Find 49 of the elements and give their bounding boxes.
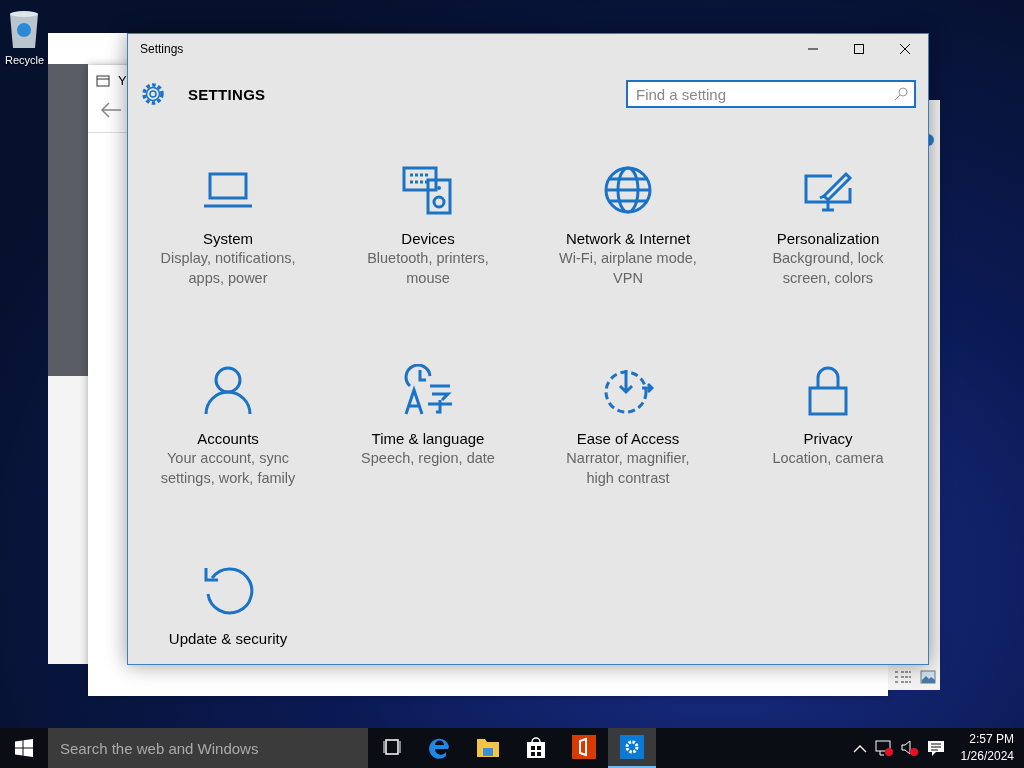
taskbar-search-field[interactable]: Search the web and Windows bbox=[48, 728, 368, 768]
gear-icon bbox=[620, 735, 644, 759]
shopping-bag-icon bbox=[525, 735, 547, 759]
office-icon bbox=[572, 735, 596, 759]
window-icon bbox=[96, 74, 110, 87]
category-title[interactable]: Network & Internet bbox=[565, 230, 691, 247]
category-description: Your account, sync settings, work, family bbox=[160, 449, 296, 488]
maximize-icon bbox=[853, 43, 865, 55]
category-title[interactable]: Time & language bbox=[371, 430, 485, 447]
task-view-icon bbox=[382, 738, 402, 756]
category-title[interactable]: Ease of Access bbox=[576, 430, 680, 447]
category-description: Wi-Fi, airplane mode, VPN bbox=[559, 249, 697, 288]
category-title[interactable]: Devices bbox=[401, 230, 455, 247]
category-description: Speech, region, date bbox=[361, 449, 495, 468]
keyboard-speaker-icon bbox=[402, 164, 454, 216]
chevron-up-icon[interactable] bbox=[852, 743, 867, 753]
thumbnail-view-icon[interactable] bbox=[920, 670, 936, 684]
category-title[interactable]: Personalization bbox=[776, 230, 880, 247]
person-icon bbox=[202, 364, 254, 416]
network-error-icon[interactable] bbox=[874, 740, 893, 756]
globe-icon bbox=[602, 164, 654, 216]
refresh-icon bbox=[202, 564, 254, 616]
folder-icon bbox=[476, 736, 500, 758]
category-description: Location, camera bbox=[772, 449, 884, 468]
category-description: Bluetooth, printers, mouse bbox=[367, 249, 489, 288]
speaker-muted-icon[interactable] bbox=[900, 740, 919, 756]
category-title[interactable]: System bbox=[203, 230, 253, 247]
category-title[interactable]: Update & security bbox=[168, 630, 288, 647]
clock-time[interactable]: 2:57 PM bbox=[969, 731, 1014, 748]
clock-date[interactable]: 1/26/2024 bbox=[960, 748, 1014, 765]
taskbar-app-button[interactable] bbox=[608, 728, 656, 768]
category-description: Narrator, magnifier, high contrast bbox=[566, 449, 690, 488]
window-title: Settings bbox=[140, 42, 185, 56]
back-arrow-icon[interactable] bbox=[100, 102, 122, 118]
search-field[interactable]: Find a setting bbox=[626, 80, 916, 108]
gear-icon bbox=[140, 81, 166, 107]
clock-language-icon bbox=[402, 364, 454, 416]
category-title[interactable]: Accounts bbox=[197, 430, 259, 447]
category-title[interactable]: Privacy bbox=[803, 430, 853, 447]
notification-icon[interactable] bbox=[926, 739, 945, 757]
close-icon bbox=[899, 43, 911, 55]
details-view-icon[interactable] bbox=[894, 670, 912, 684]
page-heading: SETTINGS bbox=[188, 85, 267, 103]
windows-logo-icon bbox=[15, 739, 33, 757]
window-title: Y bbox=[118, 73, 127, 88]
desktop-icon-label: Recycle bbox=[5, 54, 45, 66]
search-icon bbox=[894, 87, 908, 101]
category-description: Display, notifications, apps, power bbox=[160, 249, 296, 288]
category-description: Background, lock screen, colors bbox=[772, 249, 884, 288]
